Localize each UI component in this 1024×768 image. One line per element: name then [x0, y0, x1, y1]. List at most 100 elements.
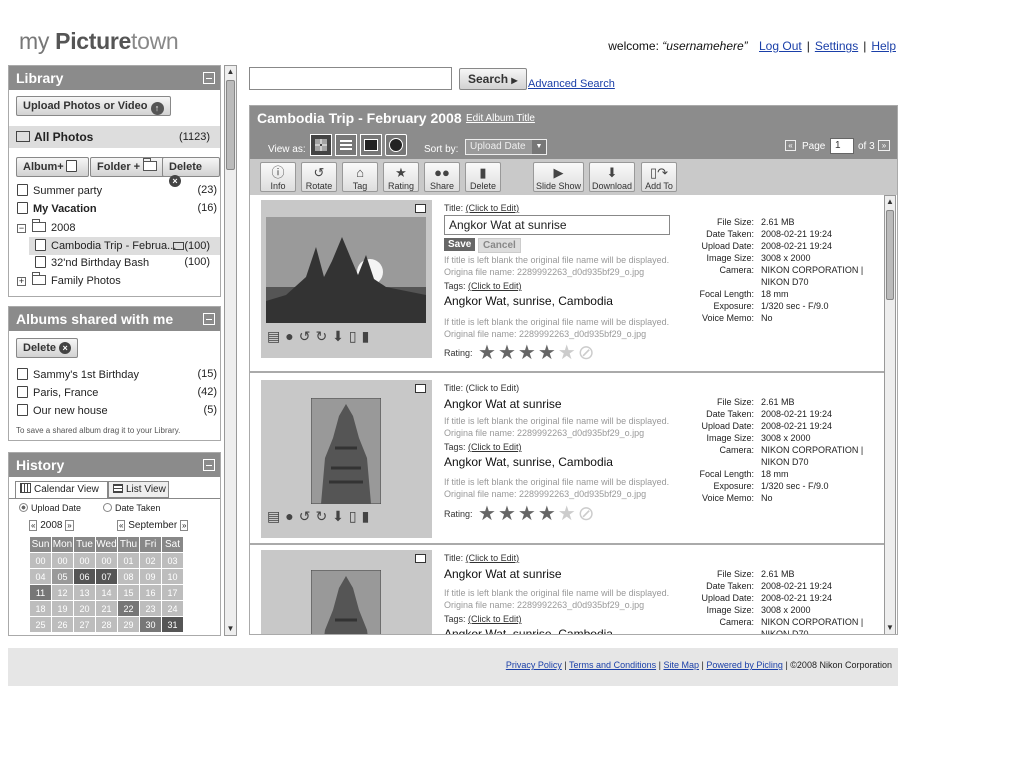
- tags-value[interactable]: Angkor Wat, sunrise, Cambodia: [444, 455, 613, 469]
- calendar-day[interactable]: 14: [95, 584, 118, 601]
- tag-button[interactable]: ⌂ Tag: [342, 162, 378, 192]
- calendar-day[interactable]: 27: [73, 616, 96, 633]
- calendar-day[interactable]: 00: [95, 552, 118, 569]
- calendar-day[interactable]: 24: [161, 600, 184, 617]
- calendar-day[interactable]: 09: [139, 568, 162, 585]
- album-item-cambodia[interactable]: Cambodia Trip - Februa... (100): [29, 237, 220, 255]
- star-filled-icon[interactable]: ★: [478, 343, 496, 363]
- edit-title-link[interactable]: (Click to Edit): [466, 553, 520, 563]
- year-selector[interactable]: « 2008 »: [29, 520, 74, 531]
- tab-calendar[interactable]: Calendar View: [15, 481, 108, 499]
- add-to-album-icon[interactable]: ▯: [349, 328, 362, 344]
- page-input[interactable]: 1: [830, 138, 854, 154]
- scroll-thumb[interactable]: [226, 80, 235, 170]
- prev-year-icon[interactable]: «: [29, 520, 38, 531]
- title-value[interactable]: Angkor Wat at sunrise: [444, 567, 562, 581]
- title-input[interactable]: Angkor Wat at sunrise: [444, 215, 670, 235]
- sidebar-scrollbar[interactable]: ▲ ▼: [224, 65, 237, 636]
- calendar-day[interactable]: 06: [73, 568, 96, 585]
- prev-month-icon[interactable]: «: [117, 520, 126, 531]
- calendar-day[interactable]: 10: [161, 568, 184, 585]
- scroll-down-icon[interactable]: ▼: [885, 622, 895, 634]
- calendar-day[interactable]: 13: [73, 584, 96, 601]
- calendar-day[interactable]: 26: [51, 616, 74, 633]
- expand-icon[interactable]: +: [17, 277, 26, 286]
- photo-thumbnail-tower[interactable]: [311, 570, 381, 635]
- calendar-day[interactable]: 00: [29, 552, 52, 569]
- calendar-day[interactable]: 29: [117, 616, 140, 633]
- enlarge-icon[interactable]: [415, 554, 426, 563]
- calendar-day[interactable]: 17: [161, 584, 184, 601]
- calendar-day[interactable]: 22: [117, 600, 140, 617]
- download-icon[interactable]: ⬇: [332, 508, 349, 524]
- tags-value[interactable]: Angkor Wat, sunrise, Cambodia: [444, 627, 613, 634]
- people-icon[interactable]: ●: [285, 508, 298, 524]
- calendar-day[interactable]: 18: [29, 600, 52, 617]
- library-delete-button[interactable]: Delete ×: [162, 157, 220, 187]
- trash-icon[interactable]: ▮: [362, 508, 375, 524]
- single-view-icon[interactable]: [360, 134, 382, 156]
- map-view-icon[interactable]: [385, 134, 407, 156]
- shared-item[interactable]: Paris, France (42): [17, 386, 217, 399]
- help-link[interactable]: Help: [871, 39, 896, 53]
- enlarge-icon[interactable]: [415, 384, 426, 393]
- clear-rating-icon[interactable]: ⊘: [578, 504, 595, 524]
- edit-album-title-link[interactable]: Edit Album Title: [466, 113, 535, 124]
- slideshow-button[interactable]: ▶ Slide Show: [533, 162, 584, 192]
- collapse-icon[interactable]: −: [17, 224, 26, 233]
- terms-link[interactable]: Terms and Conditions: [569, 660, 656, 670]
- add-to-button[interactable]: ▯↷ Add To: [641, 162, 677, 192]
- star-empty-icon[interactable]: ★: [558, 343, 576, 363]
- sitemap-link[interactable]: Site Map: [663, 660, 699, 670]
- calendar-day[interactable]: 02: [139, 552, 162, 569]
- scroll-up-icon[interactable]: ▲: [885, 196, 895, 208]
- edit-title-link[interactable]: (Click to Edit): [466, 203, 520, 213]
- cancel-button[interactable]: Cancel: [478, 238, 521, 253]
- delete-button[interactable]: ▮ Delete: [465, 162, 501, 192]
- info-button[interactable]: ⓘ Info: [260, 162, 296, 192]
- calendar-day[interactable]: 19: [51, 600, 74, 617]
- search-button[interactable]: Search ▶: [459, 68, 527, 90]
- calendar-day[interactable]: 20: [73, 600, 96, 617]
- star-filled-icon[interactable]: ★: [498, 343, 516, 363]
- album-item-birthday[interactable]: 32'nd Birthday Bash (100): [35, 256, 220, 269]
- search-input[interactable]: [249, 67, 452, 90]
- radio-date-taken[interactable]: Date Taken: [103, 503, 160, 513]
- star-filled-icon[interactable]: ★: [538, 343, 556, 363]
- sort-dropdown[interactable]: Upload Date ▼: [465, 139, 547, 155]
- shared-item[interactable]: Sammy's 1st Birthday (15): [17, 368, 217, 381]
- calendar-day[interactable]: 16: [139, 584, 162, 601]
- shared-item[interactable]: Our new house (5): [17, 404, 217, 417]
- new-folder-button[interactable]: Folder +: [90, 157, 170, 177]
- calendar-day[interactable]: 00: [73, 552, 96, 569]
- rotate-right-icon[interactable]: ↻: [315, 508, 332, 524]
- scroll-up-icon[interactable]: ▲: [225, 66, 236, 78]
- edit-tags-link[interactable]: (Click to Edit): [468, 281, 522, 291]
- minimize-icon[interactable]: [203, 313, 215, 325]
- calendar-day[interactable]: 03: [161, 552, 184, 569]
- info-icon[interactable]: ▤: [267, 328, 285, 344]
- edit-tags-link[interactable]: (Click to Edit): [468, 442, 522, 452]
- people-icon[interactable]: ●: [285, 328, 298, 344]
- shared-delete-button[interactable]: Delete ×: [16, 338, 79, 358]
- calendar-day[interactable]: 08: [117, 568, 140, 585]
- share-button[interactable]: ●● Share: [424, 162, 460, 192]
- all-photos-item[interactable]: All Photos (1123): [9, 126, 220, 148]
- add-to-album-icon[interactable]: ▯: [349, 508, 362, 524]
- logout-link[interactable]: Log Out: [759, 39, 802, 53]
- title-value[interactable]: Angkor Wat at sunrise: [444, 397, 562, 411]
- scroll-down-icon[interactable]: ▼: [225, 623, 236, 635]
- scroll-thumb[interactable]: [886, 210, 894, 300]
- trash-icon[interactable]: ▮: [362, 328, 375, 344]
- calendar-day[interactable]: 05: [51, 568, 74, 585]
- calendar-day[interactable]: 25: [29, 616, 52, 633]
- calendar-day[interactable]: 30: [139, 616, 162, 633]
- calendar-day[interactable]: 01: [117, 552, 140, 569]
- edit-tags-link[interactable]: (Click to Edit): [468, 614, 522, 624]
- upload-button[interactable]: Upload Photos or Video ↑: [16, 96, 171, 116]
- calendar-day[interactable]: 15: [117, 584, 140, 601]
- rotate-button[interactable]: ↺ Rotate: [301, 162, 337, 192]
- enlarge-icon[interactable]: [415, 204, 426, 213]
- info-icon[interactable]: ▤: [267, 508, 285, 524]
- edit-title-text[interactable]: (Click to Edit): [466, 383, 520, 393]
